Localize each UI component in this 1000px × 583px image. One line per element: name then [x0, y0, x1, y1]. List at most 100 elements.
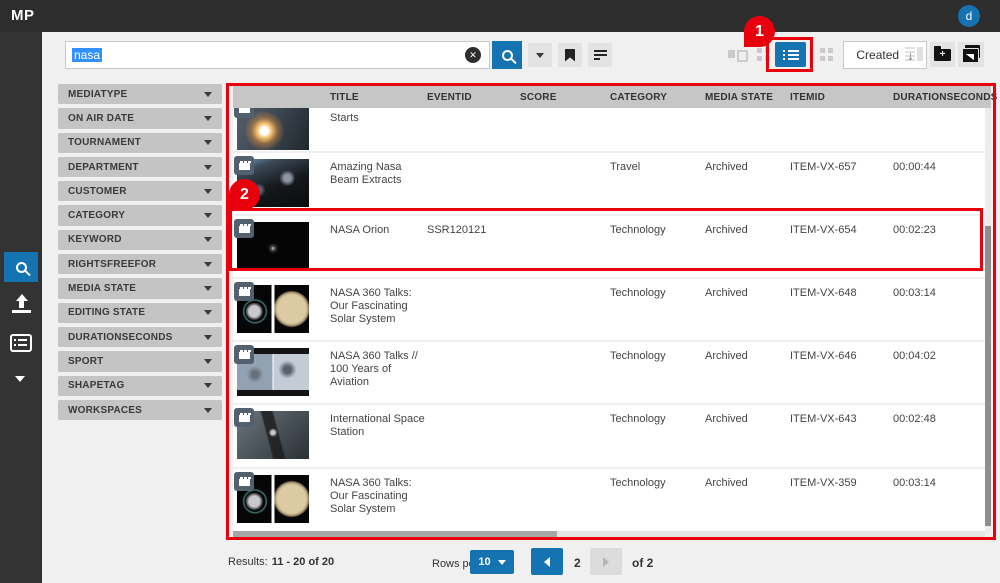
table-header: TITLE EVENTID SCORE CATEGORY MEDIA STATE… [233, 85, 991, 108]
row-media-state: Archived [705, 161, 780, 174]
filter-lines-icon [594, 50, 607, 61]
row-itemid: ITEM-VX-648 [790, 287, 880, 300]
upload-button[interactable] [10, 294, 32, 316]
row-itemid: ITEM-VX-359 [790, 477, 880, 490]
row-category: Technology [610, 224, 695, 237]
filter-mediatype[interactable]: MEDIATYPE [58, 84, 222, 104]
rows-per-page-value: 10 [478, 556, 490, 568]
saved-search-button[interactable] [558, 43, 582, 67]
images-stack-icon [962, 48, 980, 61]
export-images-button[interactable] [958, 42, 984, 67]
search-button[interactable] [492, 41, 522, 69]
filter-department[interactable]: DEPARTMENT [58, 157, 222, 177]
folder-plus-icon: + [934, 49, 951, 61]
thumbnail[interactable] [237, 348, 309, 396]
chevron-down-icon [204, 92, 212, 97]
filter-keyword[interactable]: KEYWORD [58, 230, 222, 250]
filter-button[interactable] [588, 43, 612, 67]
table-row[interactable]: NASA 360 Talks // 100 Years of Aviation … [233, 342, 985, 403]
filter-category[interactable]: CATEGORY [58, 205, 222, 225]
col-durationseconds[interactable]: DURATIONSECONDS [893, 92, 997, 103]
search-options-button[interactable] [528, 43, 552, 67]
list-view-icon [783, 49, 799, 61]
vertical-scrollbar[interactable] [985, 226, 991, 526]
chevron-down-icon [204, 262, 212, 267]
rail-chevron-down-icon[interactable] [15, 376, 25, 382]
filter-on-air-date[interactable]: ON AIR DATE [58, 108, 222, 128]
chevron-right-icon [603, 557, 609, 567]
filter-label: WORKSPACES [68, 405, 142, 416]
table-row[interactable]: NASA 360 Talks: Our Fascinating Solar Sy… [233, 279, 985, 340]
row-title: Amazing Nasa Beam Extracts [330, 161, 430, 187]
row-media-state: Archived [705, 287, 780, 300]
table-row[interactable]: Amazing Nasa Beam Extracts Travel Archiv… [233, 153, 985, 214]
row-duration: 00:02:23 [893, 224, 973, 237]
col-score[interactable]: SCORE [520, 92, 557, 103]
row-title: NASA 360 Talks: Our Fascinating Solar Sy… [330, 477, 430, 516]
rows-per-page-select[interactable]: 10 [470, 550, 514, 574]
table-row-selected[interactable]: NASA Orion SSR120121 Technology Archived… [233, 216, 985, 277]
filter-label: SPORT [68, 356, 103, 367]
col-media-state[interactable]: MEDIA STATE [705, 92, 773, 103]
filter-media-state[interactable]: MEDIA STATE [58, 278, 222, 298]
compare-button [728, 48, 748, 60]
filter-rightsfreefor[interactable]: RIGHTSFREEFOR [58, 254, 222, 274]
col-eventid[interactable]: EVENTID [427, 92, 472, 103]
thumbnail[interactable] [237, 411, 309, 459]
horizontal-scrollbar[interactable] [233, 531, 557, 538]
thumbnail[interactable] [237, 222, 309, 270]
chevron-down-icon [204, 383, 212, 388]
table-row[interactable]: International Space Station Technology A… [233, 405, 985, 467]
row-title: International Space Station [330, 413, 430, 439]
col-category[interactable]: CATEGORY [610, 92, 667, 103]
filter-durationseconds[interactable]: DURATIONSECONDS [58, 327, 222, 347]
previous-page-button[interactable] [531, 548, 563, 575]
filter-label: SHAPETAG [68, 380, 124, 391]
rail-form-button[interactable] [10, 334, 32, 352]
annotation-badge-1: 1 [744, 16, 775, 47]
row-category: Technology [610, 350, 695, 363]
row-media-state: Archived [705, 350, 780, 363]
filter-sport[interactable]: SPORT [58, 351, 222, 371]
add-to-collection-button[interactable]: + [930, 42, 955, 67]
search-input-value: nasa [72, 48, 102, 62]
thumbnail[interactable] [237, 108, 309, 150]
row-itemid: ITEM-VX-654 [790, 224, 880, 237]
chevron-left-icon [544, 557, 550, 567]
results-value: 11 - 20 of 20 [272, 556, 334, 568]
chevron-down-icon [204, 237, 212, 242]
chevron-down-icon [204, 140, 212, 145]
col-title[interactable]: TITLE [330, 92, 359, 103]
filter-label: RIGHTSFREEFOR [68, 259, 156, 270]
row-category: Travel [610, 161, 695, 174]
thumbnail[interactable] [237, 475, 309, 523]
filter-shapetag[interactable]: SHAPETAG [58, 376, 222, 396]
left-rail [0, 32, 42, 583]
next-page-button[interactable] [590, 548, 622, 575]
filter-workspaces[interactable]: WORKSPACES [58, 400, 222, 420]
clear-search-button[interactable]: ✕ [465, 47, 481, 63]
row-duration: 00:00:44 [893, 161, 973, 174]
row-duration: 00:04:02 [893, 350, 973, 363]
video-file-icon [234, 472, 254, 491]
table-row[interactable]: NASA 360 Talks: Our Fascinating Solar Sy… [233, 469, 985, 531]
row-title: NASA 360 Talks: Our Fascinating Solar Sy… [330, 287, 430, 326]
grid-view-button [757, 48, 770, 61]
app-logo: MP [11, 7, 35, 24]
avatar[interactable]: d [958, 5, 980, 27]
rail-search-button[interactable] [4, 252, 38, 282]
annotation-badge-2: 2 [229, 179, 260, 210]
table-row[interactable]: Starts [233, 108, 985, 151]
filter-label: CUSTOMER [68, 186, 127, 197]
row-duration: 00:02:48 [893, 413, 973, 426]
list-view-button[interactable] [775, 42, 806, 67]
filter-customer[interactable]: CUSTOMER [58, 181, 222, 201]
col-itemid[interactable]: ITEMID [790, 92, 825, 103]
filter-editing-state[interactable]: EDITING STATE [58, 303, 222, 323]
results-label: Results: [228, 556, 268, 568]
search-input[interactable]: nasa ✕ [65, 41, 490, 69]
video-file-icon [234, 345, 254, 364]
chevron-down-icon [204, 165, 212, 170]
filter-tournament[interactable]: TOURNAMENT [58, 133, 222, 153]
thumbnail[interactable] [237, 285, 309, 333]
